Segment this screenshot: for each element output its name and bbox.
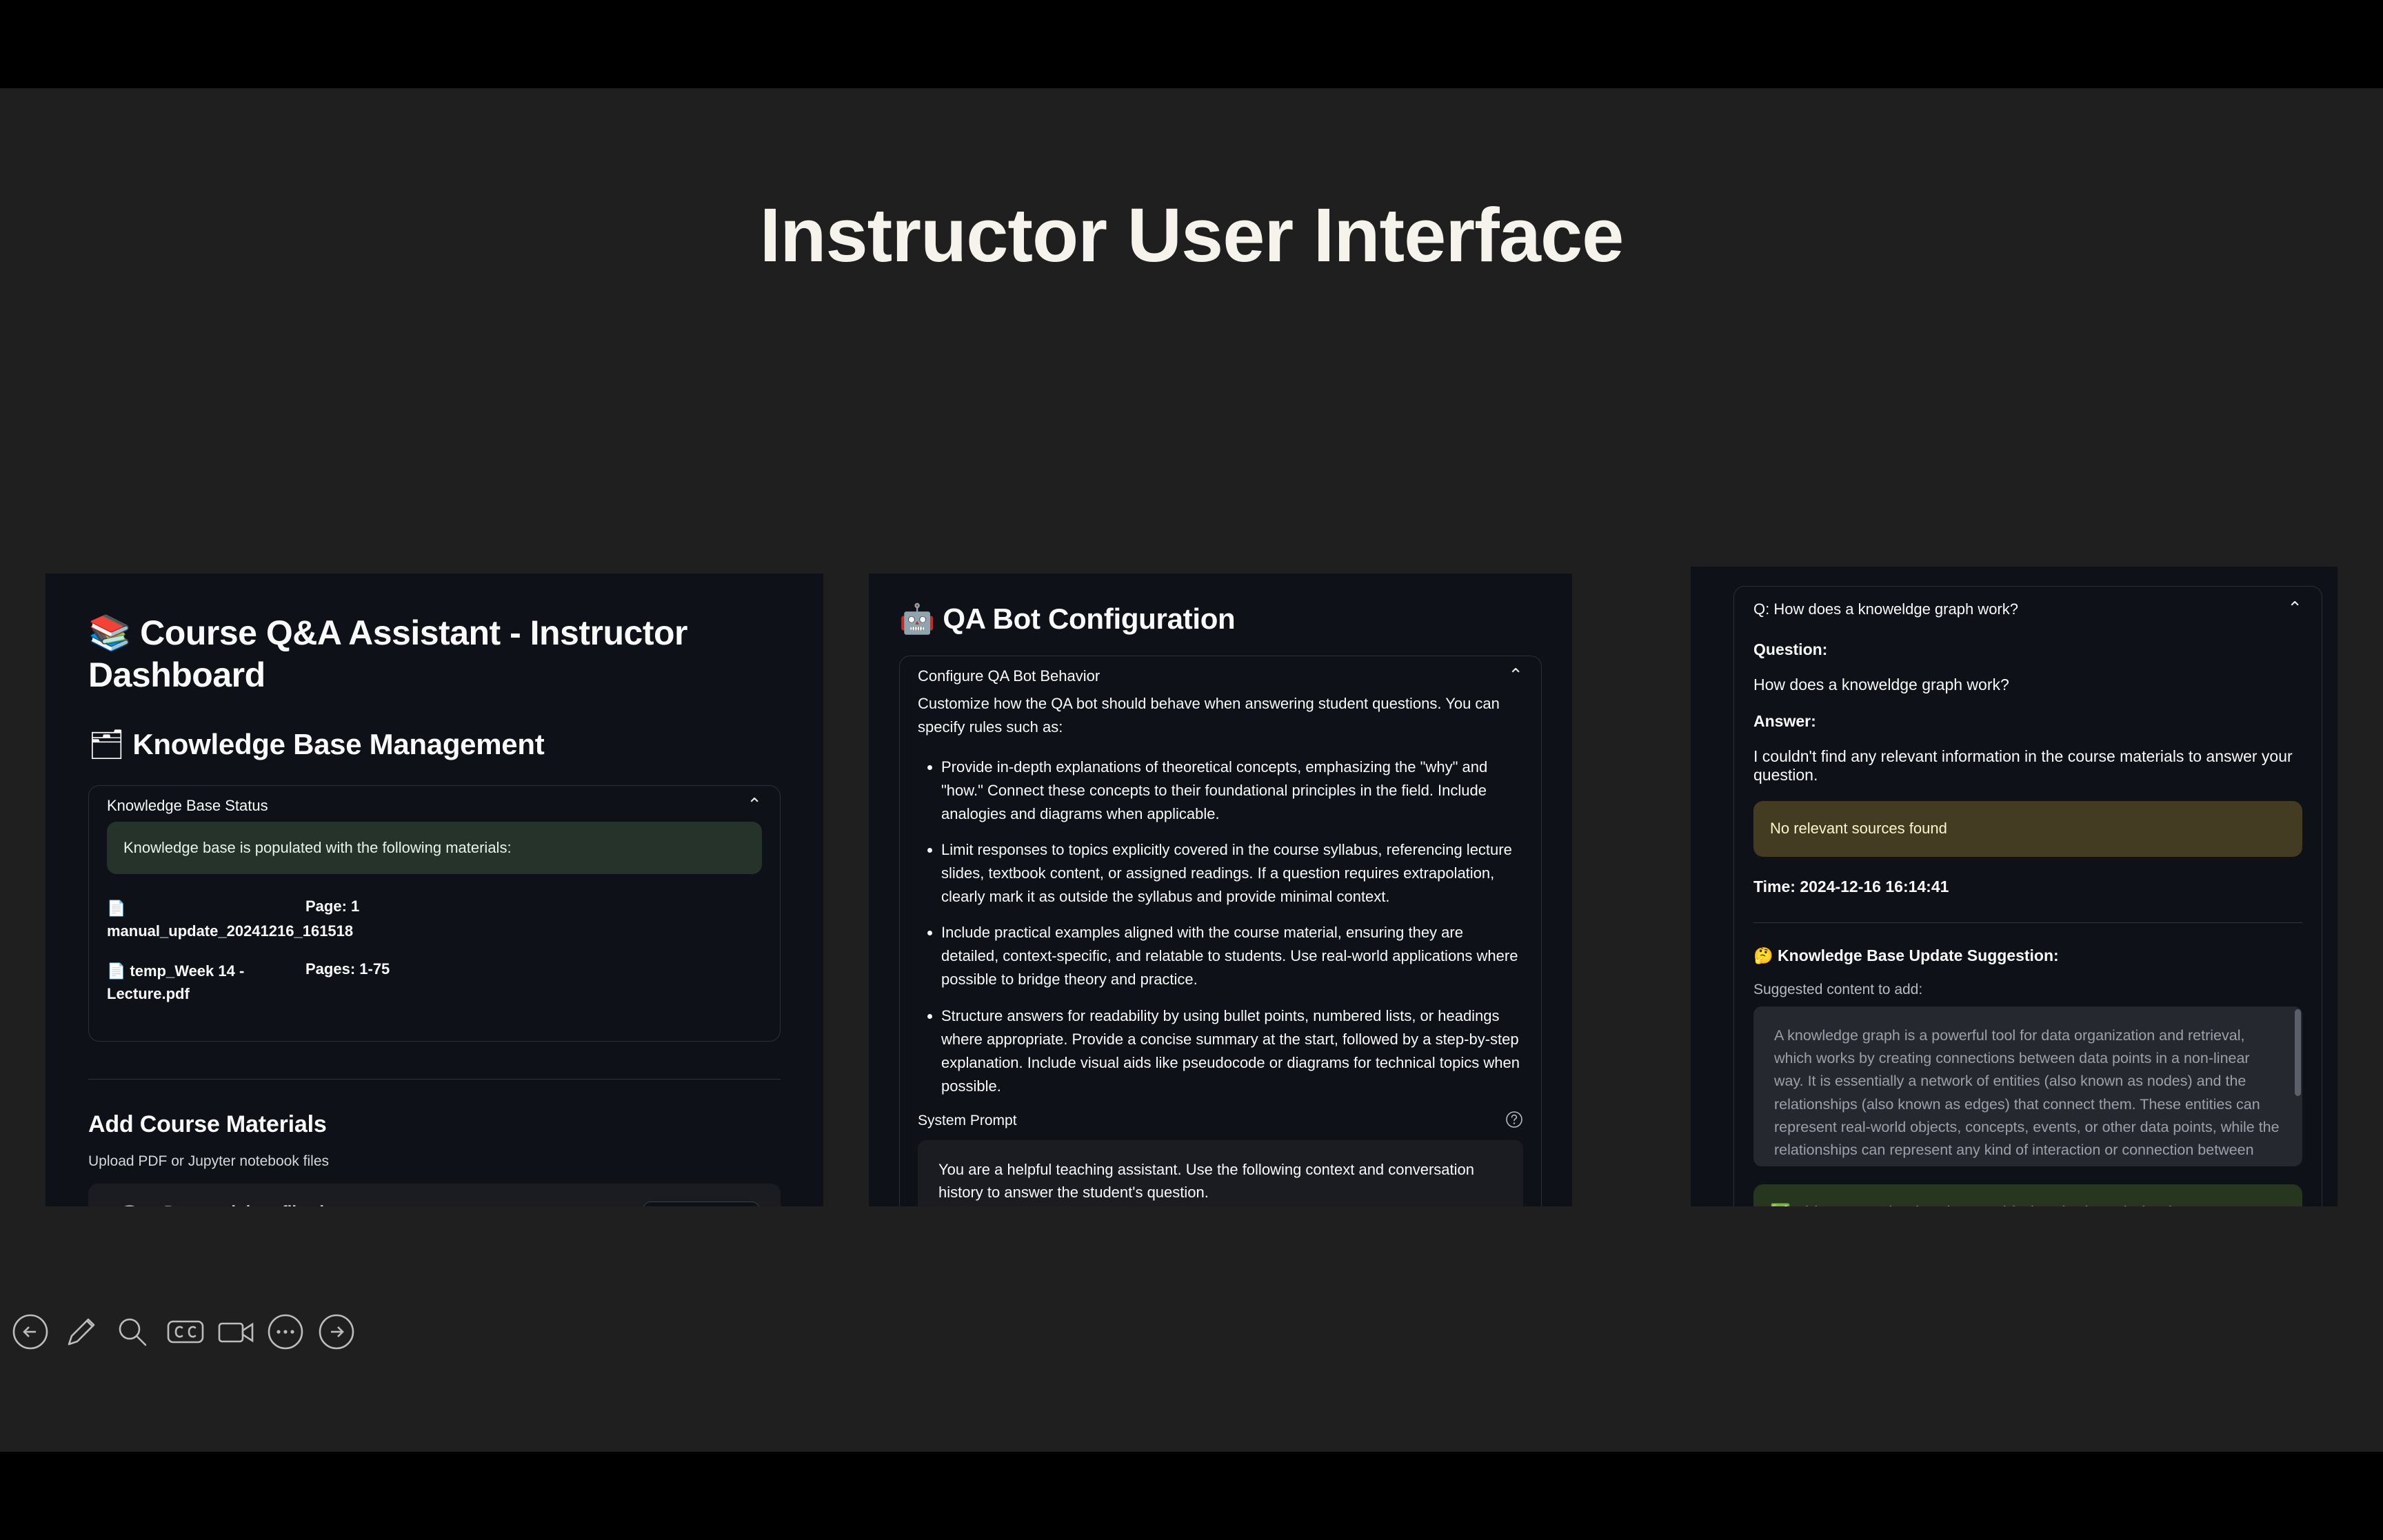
no-sources-warning: No relevant sources found (1753, 801, 2302, 857)
answer-text: I couldn't find any relevant information… (1753, 747, 2293, 784)
system-prompt-label: System Prompt (918, 1113, 1017, 1129)
dropzone-text: Drag and drop files here Limit 200MB per… (164, 1202, 643, 1206)
qa-bot-rules-list: Provide in-depth explanations of theoret… (918, 756, 1523, 1098)
file-name: 📄 temp_Week 14 - Lecture.pdf (107, 962, 245, 1002)
check-mark-icon: ✅ (1770, 1203, 1791, 1206)
robot-icon: 🤖 (899, 602, 935, 636)
file-name: 📄manual_update_20241216_161518 (107, 900, 354, 940)
question-history-panel: Q: How does a knoweldge graph work? ⌃ Qu… (1691, 567, 2337, 1206)
list-item: Limit responses to topics explicitly cov… (941, 838, 1523, 909)
list-item: Include practical examples aligned with … (941, 921, 1523, 991)
browse-files-button[interactable]: Browse files (643, 1201, 760, 1206)
document-icon: 📄 (107, 962, 126, 980)
suggestion-added-notice: ✅ This suggestion has been added to the … (1753, 1184, 2302, 1206)
suggested-content-caption: Suggested content to add: (1753, 981, 1923, 997)
pen-icon[interactable] (63, 1314, 99, 1350)
question-expander[interactable]: Q: How does a knoweldge graph work? ⌃ Qu… (1733, 586, 2322, 1206)
suggested-content-value: A knowledge graph is a powerful tool for… (1774, 1026, 2280, 1166)
divider (1753, 922, 2302, 923)
page-title: Instructor User Interface (759, 193, 1625, 278)
previous-arrow-icon[interactable] (12, 1314, 48, 1350)
more-options-icon[interactable] (268, 1314, 303, 1350)
thinking-face-icon: 🤔 (1753, 946, 1773, 965)
chevron-up-icon[interactable]: ⌃ (747, 796, 762, 813)
knowledge-base-status-message: Knowledge base is populated with the fol… (107, 821, 762, 875)
dropzone-title: Drag and drop files here (164, 1202, 643, 1206)
question-expander-header[interactable]: Q: How does a knoweldge graph work? ⌃ (1734, 587, 2322, 622)
help-circle-icon[interactable] (1505, 1111, 1523, 1132)
file-pages: Pages: 1-75 (305, 960, 390, 977)
question-expander-body: Question: How does a knoweldge graph wor… (1734, 640, 2322, 1206)
books-icon: 📚 (88, 613, 131, 653)
chevron-up-icon[interactable]: ⌃ (2287, 599, 2302, 617)
document-icon: 📄 (107, 900, 126, 918)
dashboard-title: 📚 Course Q&A Assistant - Instructor Dash… (88, 613, 687, 694)
question-text: How does a knoweldge graph work? (1753, 676, 2009, 693)
list-item: Provide in-depth explanations of theoret… (941, 756, 1523, 826)
configure-qa-bot-expander-header[interactable]: Configure QA Bot Behavior ⌃ (900, 656, 1541, 692)
answer-timestamp: Time: 2024-12-16 16:14:41 (1753, 877, 1949, 895)
system-prompt-value: You are a helpful teaching assistant. Us… (938, 1160, 1475, 1206)
add-course-materials-heading: Add Course Materials (88, 1111, 327, 1137)
qa-bot-configuration-title: 🤖 QA Bot Configuration (899, 602, 1236, 636)
knowledge-base-status-body: Knowledge base is populated with the fol… (89, 821, 780, 1041)
knowledge-base-status-expander-header[interactable]: Knowledge Base Status ⌃ (89, 786, 780, 822)
presentation-toolbar (12, 1314, 354, 1350)
scrollbar[interactable] (2295, 1009, 2301, 1164)
configure-qa-bot-expander[interactable]: Configure QA Bot Behavior ⌃ Customize ho… (899, 655, 1542, 1206)
card-index-dividers-icon: 🗂 (88, 727, 125, 761)
upload-caption: Upload PDF or Jupyter notebook files (88, 1153, 330, 1169)
knowledge-base-status-label: Knowledge Base Status (107, 796, 268, 814)
suggested-content-textarea[interactable]: A knowledge graph is a powerful tool for… (1753, 1006, 2302, 1166)
cloud-upload-icon (109, 1205, 152, 1206)
zoom-icon[interactable] (114, 1314, 150, 1350)
kb-update-suggestion-heading: 🤔 Knowledge Base Update Suggestion: (1753, 946, 2059, 965)
list-item: Structure answers for readability by usi… (941, 1004, 1523, 1098)
system-prompt-input[interactable]: You are a helpful teaching assistant. Us… (918, 1139, 1523, 1206)
file-pages: Page: 1 (305, 898, 360, 915)
qa-bot-configuration-panel: 🤖 QA Bot Configuration Configure QA Bot … (869, 574, 1572, 1206)
scrollbar-thumb[interactable] (2295, 1009, 2301, 1096)
system-prompt-label-row: System Prompt (918, 1111, 1523, 1132)
closed-caption-icon[interactable] (165, 1314, 204, 1350)
slide-canvas: Instructor User Interface 📚 Course Q&A A… (0, 88, 2383, 1452)
configure-qa-bot-label: Configure QA Bot Behavior (918, 667, 1100, 685)
instructor-dashboard-panel: 📚 Course Q&A Assistant - Instructor Dash… (46, 574, 823, 1206)
answer-heading: Answer: (1753, 712, 1816, 730)
chevron-up-icon[interactable]: ⌃ (1508, 666, 1523, 684)
configure-intro-text: Customize how the QA bot should behave w… (918, 694, 1500, 736)
table-row: 📄 temp_Week 14 - Lecture.pdf Pages: 1-75 (107, 960, 762, 1005)
question-heading: Question: (1753, 640, 1828, 658)
next-arrow-icon[interactable] (319, 1314, 354, 1350)
divider (88, 1078, 781, 1080)
knowledge-base-status-expander[interactable]: Knowledge Base Status ⌃ Knowledge base i… (88, 784, 781, 1042)
file-dropzone[interactable]: Drag and drop files here Limit 200MB per… (88, 1183, 781, 1206)
configure-qa-bot-body: Customize how the QA bot should behave w… (900, 692, 1541, 1206)
knowledge-base-file-list: 📄manual_update_20241216_161518 Page: 1 📄… (107, 898, 762, 1005)
table-row: 📄manual_update_20241216_161518 Page: 1 (107, 898, 762, 942)
video-camera-icon[interactable] (217, 1314, 254, 1350)
question-expander-label: Q: How does a knoweldge graph work? (1753, 600, 2018, 618)
knowledge-base-management-heading: 🗂 Knowledge Base Management (88, 727, 545, 761)
